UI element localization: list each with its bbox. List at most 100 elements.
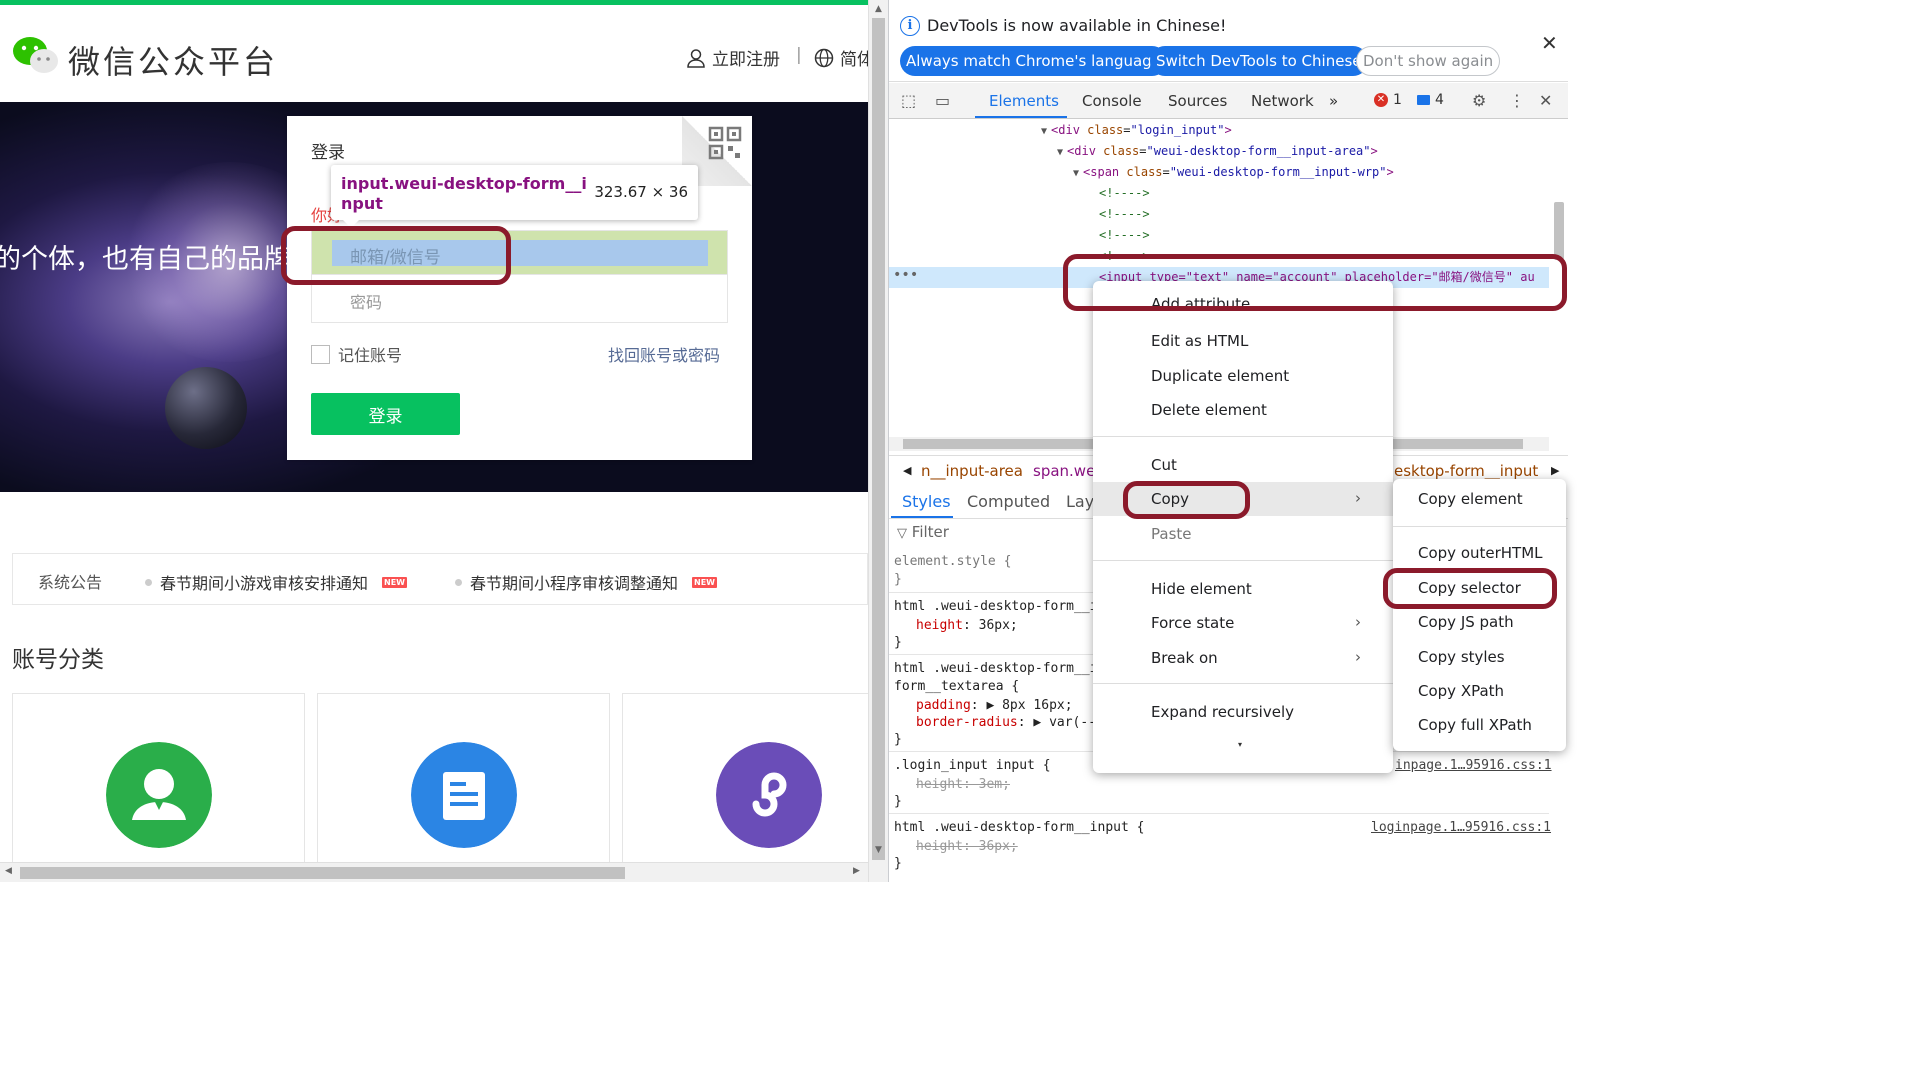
subscription-account-icon [411,742,517,848]
infobar-close-icon[interactable]: ✕ [1541,31,1558,55]
always-match-language-button[interactable]: Always match Chrome's language [900,46,1167,76]
css-declaration-overridden[interactable]: height: 36px; [916,839,1018,854]
menu-item-copy-js-path[interactable]: Copy JS path [1418,613,1514,631]
stylesheet-link[interactable]: inpage.1…95916.css:1 [1395,758,1552,773]
switch-to-chinese-button[interactable]: Switch DevTools to Chinese [1150,46,1368,76]
error-icon[interactable]: ✕ [1374,93,1388,107]
breadcrumb-item[interactable]: n__input-area [921,462,1023,480]
scroll-left-arrow-icon[interactable]: ◀ [5,866,12,876]
menu-item-copy-outerhtml[interactable]: Copy outerHTML [1418,544,1543,562]
menu-item-force-state[interactable]: Force state [1151,614,1234,632]
tab-elements[interactable]: Elements [989,92,1059,110]
menu-item-expand-recursively[interactable]: Expand recursively [1151,703,1294,721]
tab-styles[interactable]: Styles [902,492,951,511]
element-style-rule[interactable]: element.style { [894,554,1011,569]
tab-computed[interactable]: Computed [967,492,1050,511]
login-button[interactable]: 登录 [311,393,460,435]
banner-planet [165,367,247,449]
settings-gear-icon[interactable]: ⚙ [1472,91,1486,110]
menu-item-copy-element[interactable]: Copy element [1418,490,1523,508]
menu-item-cut[interactable]: Cut [1151,456,1177,474]
rule-selector[interactable]: html .weui-desktop-form__input { [894,820,1144,835]
dom-node[interactable]: ▼ <div class="weui-desktop-form__input-ar… [1057,141,1378,162]
breadcrumb-left-icon[interactable]: ◀ [903,464,911,477]
register-link[interactable]: 立即注册 [686,45,780,70]
category-card-miniprogram[interactable] [622,693,868,882]
menu-item-hide-element[interactable]: Hide element [1151,580,1252,598]
menu-item-copy-styles[interactable]: Copy styles [1418,648,1505,666]
ellipsis-icon[interactable]: ••• [893,267,918,283]
scroll-thumb[interactable] [20,867,625,879]
device-toolbar-icon[interactable]: ▭ [935,91,950,110]
menu-item-edit-as-html[interactable]: Edit as HTML [1151,332,1248,350]
dom-node[interactable]: ▼ <div class="login_input"> [1041,120,1232,141]
dom-comment[interactable]: <!----> [1099,183,1150,204]
notice-item[interactable]: 春节期间小程序审核调整通知 NEW [455,570,717,594]
dom-comment[interactable]: <!----> [1099,225,1150,246]
menu-scroll-down-icon[interactable]: ▾ [1238,740,1242,749]
devtools-toolbar: ⬚ ▭ Elements Console Sources Network » ✕… [889,83,1568,119]
forgot-password-link[interactable]: 找回账号或密码 [608,342,720,366]
menu-item-delete-element[interactable]: Delete element [1151,401,1267,419]
notice-bar: 系统公告 春节期间小游戏审核安排通知 NEW 春节期间小程序审核调整通知 NEW [12,553,868,605]
notice-item[interactable]: 春节期间小游戏审核安排通知 NEW [145,570,407,594]
checkbox-box[interactable] [311,344,330,364]
breadcrumb-right-icon[interactable]: ▶ [1551,464,1559,477]
menu-item-copy-xpath[interactable]: Copy XPath [1418,682,1504,700]
message-icon[interactable] [1417,95,1430,105]
tab-sources[interactable]: Sources [1168,92,1227,110]
menu-item-duplicate-element[interactable]: Duplicate element [1151,367,1289,385]
scroll-thumb[interactable] [1554,202,1564,260]
dom-vertical-scrollbar[interactable] [1549,120,1568,436]
menu-item-copy[interactable]: Copy [1151,490,1189,508]
more-options-icon[interactable]: ⋮ [1509,91,1525,110]
copy-submenu: Copy element Copy outerHTML Copy selecto… [1393,479,1566,751]
category-card-service[interactable] [12,693,305,882]
css-declaration[interactable]: height: 36px; [916,618,1018,633]
breadcrumb-item[interactable]: esktop-form__input [1394,462,1538,480]
tab-console[interactable]: Console [1082,92,1142,110]
rule-selector-continued[interactable]: form__textarea { [894,679,1019,694]
dom-node[interactable]: ▼ <span class="weui-desktop-form__input-w… [1073,162,1394,183]
close-devtools-icon[interactable]: ✕ [1539,91,1552,110]
css-declaration-overridden[interactable]: height: 3em; [916,777,1010,792]
dont-show-again-button[interactable]: Don't show again [1356,46,1501,76]
dom-comment[interactable]: <!----> [1099,246,1150,267]
rule-selector[interactable]: .login_input input { [894,758,1051,773]
scroll-right-arrow-icon[interactable]: ▶ [853,866,860,876]
menu-divider [1093,683,1393,684]
language-switch[interactable]: 简体中文 [814,45,868,70]
menu-item-copy-selector[interactable]: Copy selector [1418,579,1521,597]
page-horizontal-scrollbar[interactable]: ◀ ▶ [0,862,868,882]
rule-selector[interactable]: html .weui-desktop-form__in [894,661,1105,676]
dom-comment[interactable]: <!----> [1099,204,1150,225]
qr-code-icon[interactable] [708,126,742,160]
collapse-triangle-icon[interactable]: ▼ [1073,168,1079,179]
error-count[interactable]: 1 [1393,92,1402,108]
more-tabs-icon[interactable]: » [1329,92,1338,110]
password-input[interactable]: 密码 [311,275,728,323]
menu-item-break-on[interactable]: Break on [1151,649,1218,667]
css-declaration[interactable]: border-radius: ▶ var(--w [916,715,1104,730]
collapse-triangle-icon[interactable]: ▼ [1057,147,1063,158]
page-vertical-scrollbar[interactable]: ▲ ▼ [868,0,888,882]
account-input[interactable]: 邮箱/微信号 [311,230,728,275]
message-count[interactable]: 4 [1435,92,1444,108]
stylesheet-link[interactable]: loginpage.1…95916.css:1 [1371,820,1551,835]
menu-item-paste[interactable]: Paste [1151,525,1192,543]
scroll-thumb[interactable] [872,18,885,860]
css-declaration[interactable]: padding: ▶ 8px 16px; [916,698,1073,713]
rule-selector[interactable]: html .weui-desktop-form__in [894,599,1105,614]
inspect-element-icon[interactable]: ⬚ [901,91,916,110]
scroll-up-arrow-icon[interactable]: ▲ [875,4,882,14]
menu-item-add-attribute[interactable]: Add attribute [1151,295,1250,313]
category-card-subscription[interactable] [317,693,610,882]
tab-network[interactable]: Network [1251,92,1314,110]
scroll-down-arrow-icon[interactable]: ▼ [875,845,882,855]
web-page: 微信公众平台 立即注册 | 简体中文 的个体，也有自己的品牌 [0,0,868,882]
menu-item-copy-full-xpath[interactable]: Copy full XPath [1418,716,1532,734]
new-badge: NEW [692,576,717,588]
remember-checkbox[interactable]: 记住账号 [311,342,402,366]
notice-text: 春节期间小程序审核调整通知 [470,574,679,593]
collapse-triangle-icon[interactable]: ▼ [1041,126,1047,137]
